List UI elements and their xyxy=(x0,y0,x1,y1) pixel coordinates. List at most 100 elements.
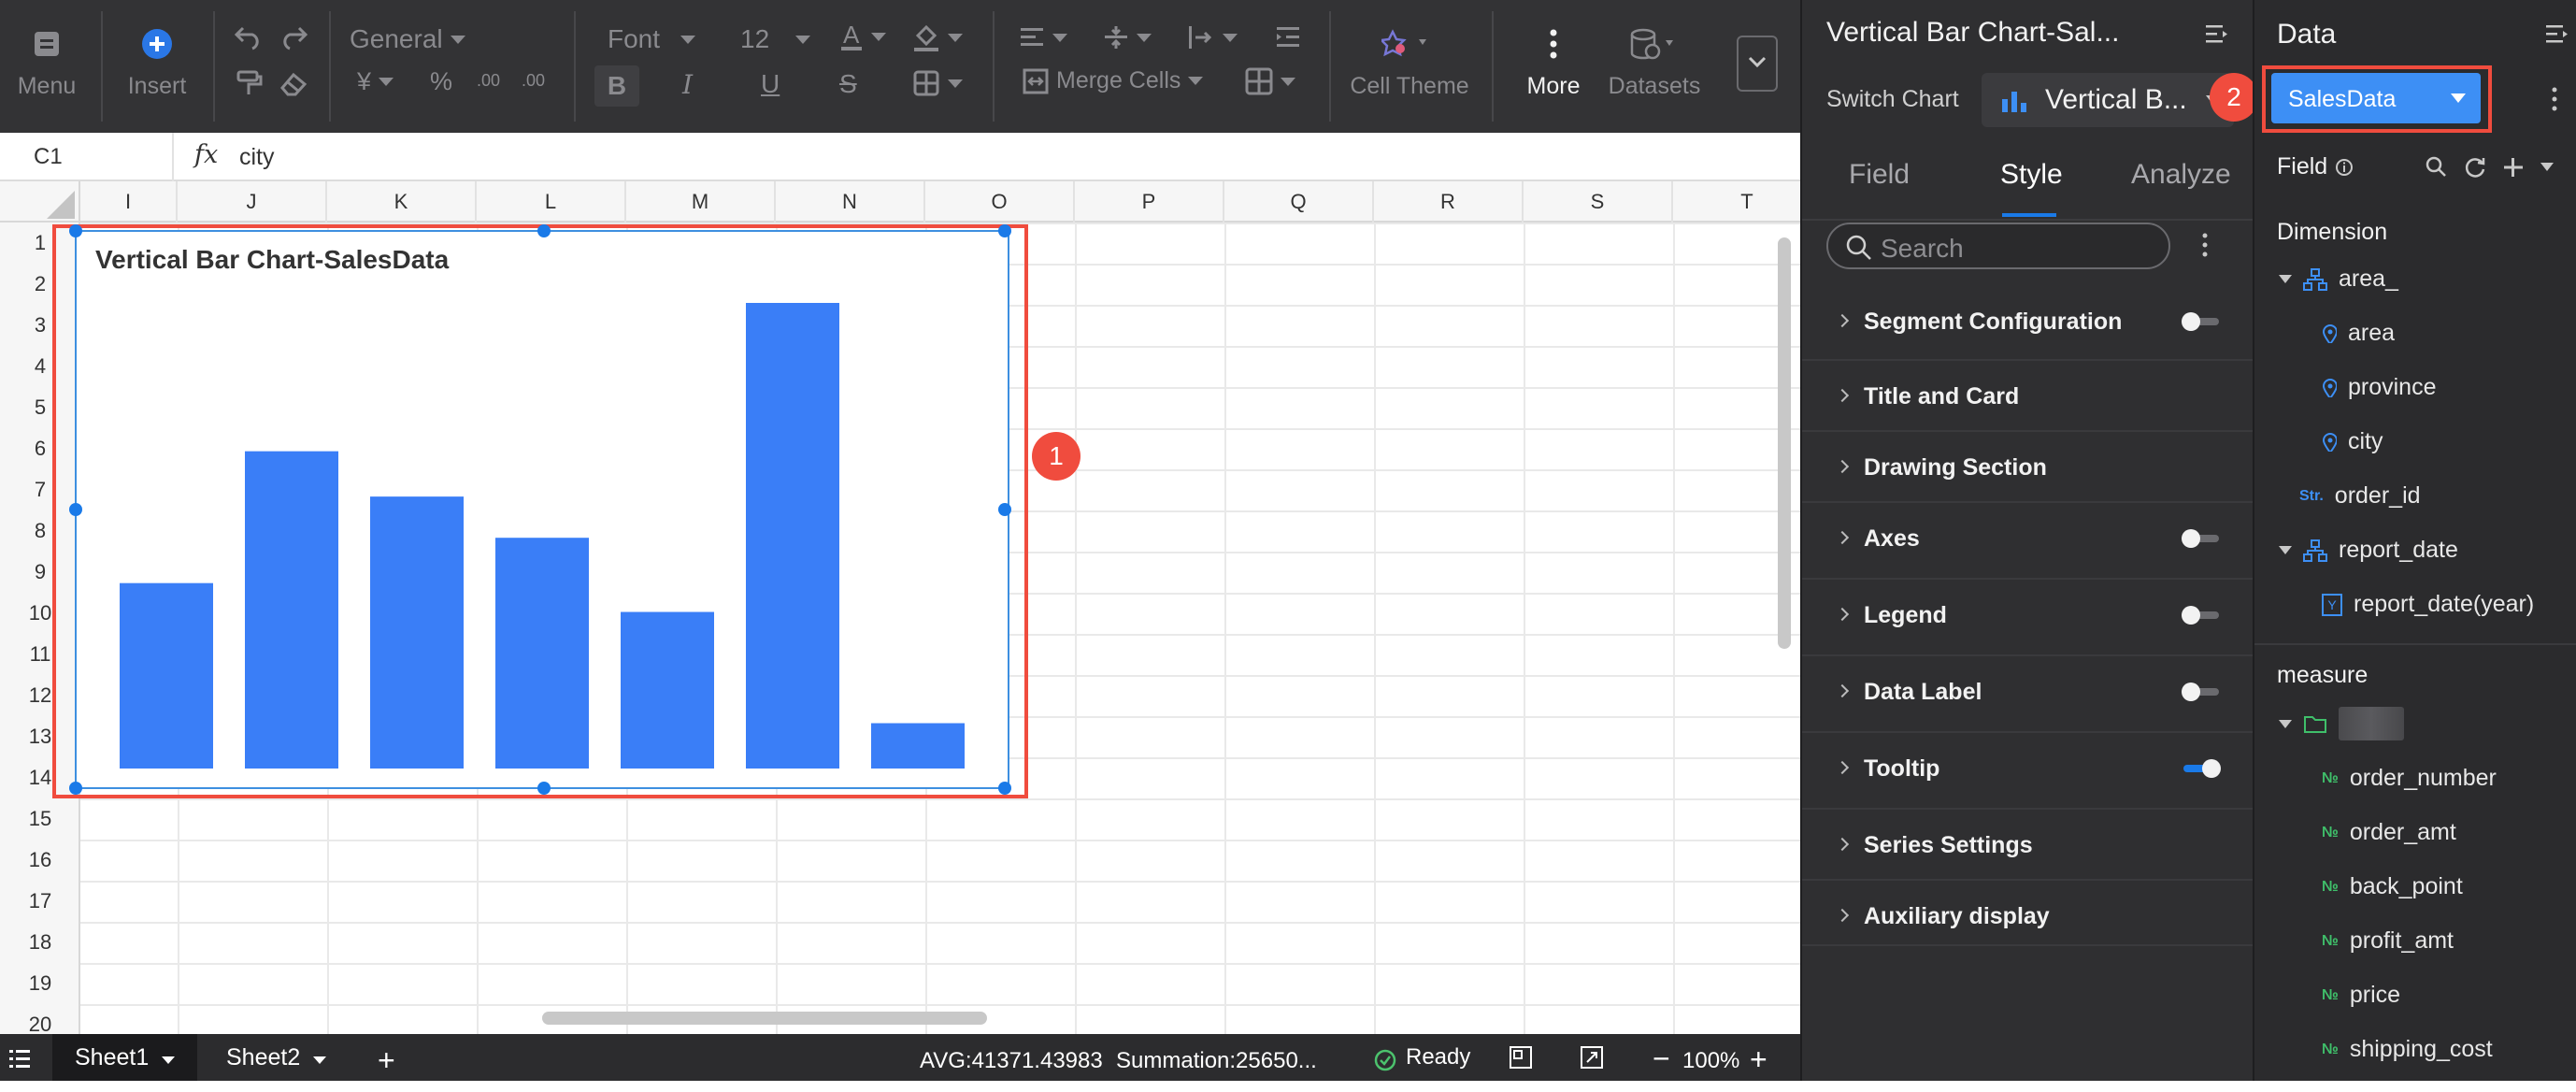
dimension-group-report-date[interactable]: report_date xyxy=(2279,537,2458,564)
freeze-view-button[interactable] xyxy=(1509,1034,1533,1081)
dataset-select[interactable]: SalesData xyxy=(2271,73,2481,123)
column-header-cell[interactable]: L xyxy=(477,181,626,223)
row-header-cell[interactable]: 18 xyxy=(0,922,80,963)
measure-group-folder[interactable] xyxy=(2279,707,2404,740)
section-toggle[interactable] xyxy=(2182,606,2219,625)
horizontal-scrollbar[interactable] xyxy=(542,1012,987,1025)
info-icon[interactable] xyxy=(2335,158,2354,177)
measure-back-point[interactable]: № back_point xyxy=(2322,873,2463,900)
toolbar-expand-button[interactable] xyxy=(1737,36,1778,92)
tab-style[interactable]: Style xyxy=(2000,159,2063,191)
currency-format-button[interactable]: ¥ xyxy=(357,67,394,96)
row-header-cell[interactable]: 20 xyxy=(0,1004,80,1034)
italic-button[interactable]: I xyxy=(682,69,693,100)
style-search-input[interactable]: Search xyxy=(1826,223,2170,269)
insert-button[interactable]: Insert xyxy=(118,0,196,133)
column-header-cell[interactable]: P xyxy=(1075,181,1224,223)
row-header-cell[interactable]: 17 xyxy=(0,881,80,922)
measure-order-number[interactable]: № order_number xyxy=(2322,765,2497,792)
column-header-cell[interactable]: R xyxy=(1374,181,1524,223)
more-vertical-icon[interactable] xyxy=(2200,232,2210,260)
redo-button[interactable] xyxy=(277,22,308,50)
menu-button[interactable]: Menu xyxy=(13,0,80,133)
column-header-cell[interactable]: K xyxy=(327,181,477,223)
search-icon[interactable] xyxy=(2425,155,2449,180)
strikethrough-button[interactable]: S xyxy=(839,69,857,99)
cell-theme-button[interactable]: Cell Theme xyxy=(1346,0,1473,133)
vertical-scrollbar[interactable] xyxy=(1778,237,1791,649)
font-family-select[interactable]: Font xyxy=(608,24,696,54)
bar-5[interactable] xyxy=(621,611,714,769)
section-toggle[interactable] xyxy=(2183,759,2221,778)
section-toggle[interactable] xyxy=(2182,682,2219,701)
add-field-icon[interactable] xyxy=(2501,155,2526,180)
sheet-tab-1[interactable]: Sheet1 xyxy=(52,1034,198,1081)
vertical-align-button[interactable] xyxy=(1103,24,1152,50)
add-sheet-button[interactable]: + xyxy=(378,1034,395,1081)
measure-price[interactable]: № price xyxy=(2322,982,2400,1009)
section-legend[interactable]: Legend xyxy=(1802,580,2253,656)
more-vertical-icon[interactable] xyxy=(2550,86,2559,114)
chart-type-select[interactable]: Vertical B... xyxy=(1982,73,2234,127)
field-order-id[interactable]: Str. order_id xyxy=(2299,482,2421,510)
increase-decimal-button[interactable]: .00 xyxy=(522,71,545,91)
collapse-panel-icon[interactable] xyxy=(2204,22,2230,47)
bar-3[interactable] xyxy=(370,496,464,769)
bar-1[interactable] xyxy=(120,582,213,769)
field-city[interactable]: city xyxy=(2322,428,2383,455)
font-size-select[interactable]: 12 xyxy=(740,24,811,54)
column-header-cell[interactable]: O xyxy=(925,181,1075,223)
resize-handle[interactable] xyxy=(998,224,1011,237)
underline-button[interactable]: U xyxy=(761,69,780,99)
indent-button[interactable] xyxy=(1275,24,1301,50)
percent-format-button[interactable]: % xyxy=(430,67,452,96)
column-header-cell[interactable]: S xyxy=(1524,181,1673,223)
column-header-cell[interactable]: Q xyxy=(1224,181,1374,223)
text-wrap-button[interactable] xyxy=(1187,24,1238,50)
zoom-out-button[interactable]: − xyxy=(1653,1034,1670,1081)
undo-button[interactable] xyxy=(234,22,265,50)
resize-handle[interactable] xyxy=(537,782,551,795)
column-header-cell[interactable]: T xyxy=(1673,181,1800,223)
fullscreen-button[interactable] xyxy=(1580,1034,1604,1081)
measure-profit-amt[interactable]: № profit_amt xyxy=(2322,927,2454,955)
refresh-icon[interactable] xyxy=(2464,155,2488,180)
row-header-cell[interactable]: 15 xyxy=(0,798,80,840)
font-color-button[interactable]: A xyxy=(839,21,886,52)
resize-handle[interactable] xyxy=(537,224,551,237)
number-format-select[interactable]: General xyxy=(350,24,465,54)
horizontal-align-button[interactable] xyxy=(1019,24,1067,50)
section-series-settings[interactable]: Series Settings xyxy=(1802,810,2253,881)
bar-chart-plot[interactable] xyxy=(73,280,989,776)
column-header-cell[interactable]: J xyxy=(178,181,327,223)
column-header-cell[interactable]: M xyxy=(626,181,776,223)
row-header-cell[interactable]: 16 xyxy=(0,840,80,881)
cell-reference[interactable]: C1 xyxy=(34,144,63,170)
tab-analyze[interactable]: Analyze xyxy=(2131,159,2231,191)
zoom-in-button[interactable]: + xyxy=(1750,1034,1767,1081)
section-axes[interactable]: Axes xyxy=(1802,503,2253,580)
bar-2[interactable] xyxy=(245,451,338,769)
sheet-tab-2[interactable]: Sheet2 xyxy=(204,1034,349,1081)
bar-7[interactable] xyxy=(871,723,965,769)
dimension-group-area[interactable]: area_ xyxy=(2279,266,2398,293)
section-drawing-section[interactable]: Drawing Section xyxy=(1802,432,2253,503)
formula-input[interactable]: city xyxy=(239,144,275,171)
chevron-down-icon[interactable] xyxy=(2540,163,2554,171)
section-segment-configuration[interactable]: Segment Configuration xyxy=(1802,286,2253,361)
bold-button[interactable]: B xyxy=(594,65,639,107)
cell-type-button[interactable] xyxy=(1245,67,1295,95)
select-all-corner[interactable] xyxy=(0,181,80,223)
collapse-panel-icon[interactable] xyxy=(2544,22,2570,47)
measure-order-amt[interactable]: № order_amt xyxy=(2322,819,2456,846)
section-toggle[interactable] xyxy=(2182,312,2219,331)
field-province[interactable]: province xyxy=(2322,374,2437,401)
section-data-label[interactable]: Data Label xyxy=(1802,656,2253,733)
datasets-button[interactable]: Datasets xyxy=(1608,0,1701,133)
resize-handle[interactable] xyxy=(998,782,1011,795)
section-auxiliary-display[interactable]: Auxiliary display xyxy=(1802,881,2253,946)
bar-4[interactable] xyxy=(495,538,589,769)
clear-format-button[interactable] xyxy=(279,69,308,97)
field-area[interactable]: area xyxy=(2322,320,2395,347)
more-button[interactable]: More xyxy=(1510,0,1596,133)
